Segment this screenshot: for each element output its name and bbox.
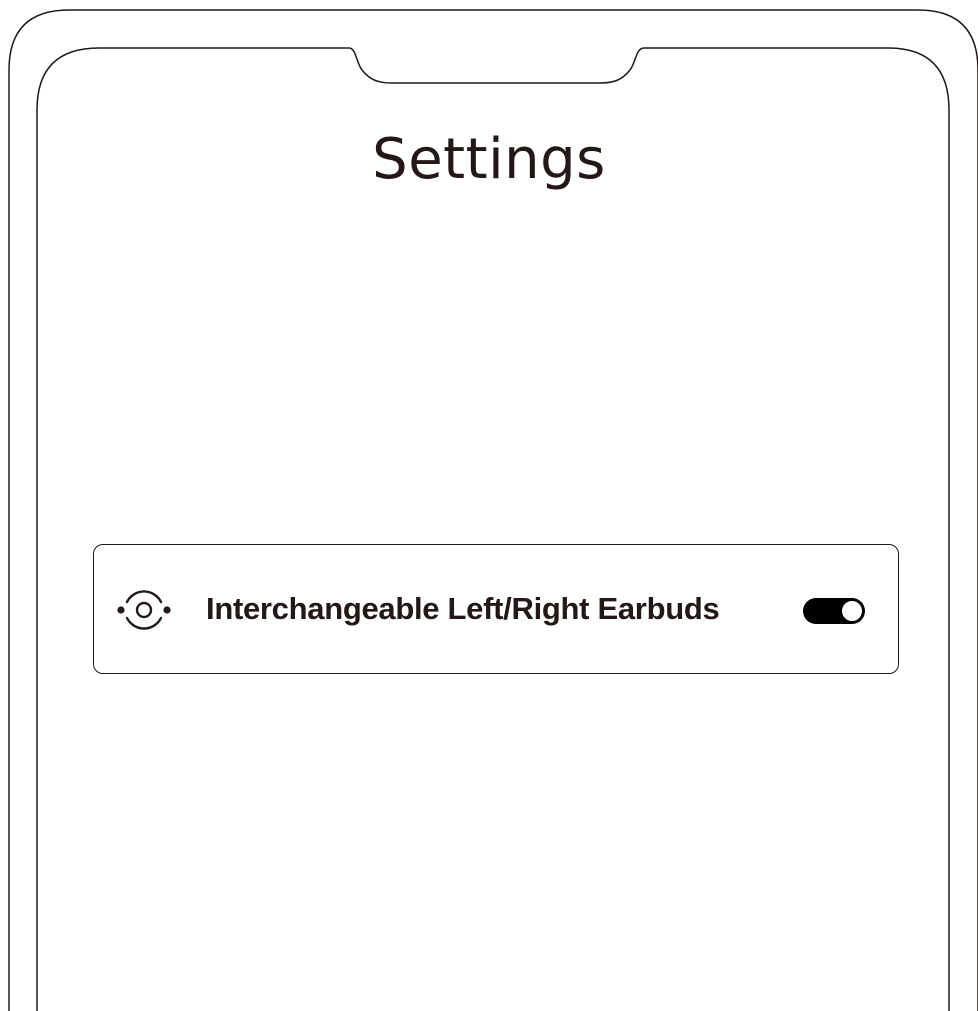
toggle-knob — [841, 600, 863, 622]
page-title: Settings — [372, 127, 606, 192]
phone-screen: Settings Interchangeable Left/Right Earb… — [37, 48, 949, 1011]
setting-row-interchangeable-earbuds: Interchangeable Left/Right Earbuds — [93, 544, 899, 674]
interchangeable-earbuds-toggle[interactable] — [803, 598, 865, 624]
swap-earbuds-icon — [117, 590, 171, 630]
setting-label: Interchangeable Left/Right Earbuds — [206, 591, 720, 626]
